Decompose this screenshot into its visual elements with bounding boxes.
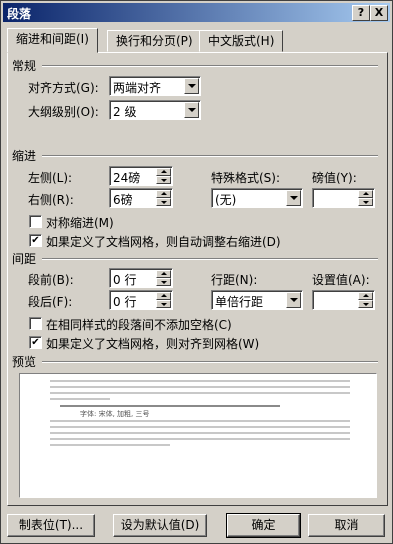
space-after-spinner[interactable]: 0 行 bbox=[109, 290, 173, 310]
spin-down-icon[interactable] bbox=[156, 198, 171, 206]
alignment-select[interactable]: 两端对齐 bbox=[109, 76, 201, 96]
line-spacing-label: 行距(N): bbox=[211, 273, 258, 287]
space-after-value: 0 行 bbox=[113, 295, 137, 309]
space-before-value: 0 行 bbox=[113, 273, 137, 287]
preview-heading: 预览 bbox=[12, 355, 37, 369]
auto-right-indent-checkbox[interactable]: ✔ bbox=[29, 234, 42, 247]
general-divider bbox=[42, 65, 378, 67]
outline-level-select[interactable]: 2 级 bbox=[109, 100, 201, 120]
spin-up-icon[interactable] bbox=[358, 190, 373, 198]
special-indent-label: 特殊格式(S): bbox=[211, 171, 281, 185]
line-spacing-value: 单倍行距 bbox=[215, 295, 264, 309]
no-space-same-style-checkbox[interactable] bbox=[29, 317, 42, 330]
spin-down-icon[interactable] bbox=[156, 300, 171, 308]
line-spacing-select[interactable]: 单倍行距 bbox=[211, 290, 303, 310]
indent-by-label: 磅值(Y): bbox=[312, 171, 357, 185]
title-bar[interactable]: 段落 ? X bbox=[3, 3, 390, 22]
tab-stops-button[interactable]: 制表位(T)... bbox=[7, 514, 95, 537]
special-indent-value: (无) bbox=[215, 193, 237, 207]
close-button[interactable]: X bbox=[370, 5, 388, 21]
dialog-title: 段落 bbox=[7, 7, 32, 21]
left-indent-spinner[interactable]: 24磅 bbox=[109, 166, 173, 186]
tab-line-page-breaks[interactable]: 换行和分页(P) bbox=[107, 30, 202, 52]
spin-up-icon[interactable] bbox=[156, 292, 171, 300]
tab-indent-spacing[interactable]: 缩进和间距(I) bbox=[7, 28, 98, 53]
preview-sample-text: 字体: 宋体, 加粗, 三号 bbox=[80, 410, 150, 418]
space-after-label: 段后(F): bbox=[28, 295, 73, 309]
spacing-at-spinner[interactable] bbox=[312, 290, 375, 310]
spin-down-icon[interactable] bbox=[156, 176, 171, 184]
no-space-same-style-label[interactable]: 在相同样式的段落间不添加空格(C) bbox=[46, 316, 232, 333]
spin-up-icon[interactable] bbox=[358, 292, 373, 300]
chevron-down-icon[interactable] bbox=[286, 292, 301, 308]
chevron-down-icon[interactable] bbox=[184, 102, 199, 118]
special-indent-select[interactable]: (无) bbox=[211, 188, 303, 208]
preview-box: 字体: 宋体, 加粗, 三号 bbox=[19, 373, 377, 498]
ok-button[interactable]: 确定 bbox=[226, 513, 301, 538]
alignment-label: 对齐方式(G): bbox=[28, 81, 99, 95]
tab-asian-typography[interactable]: 中文版式(H) bbox=[199, 30, 284, 52]
right-indent-spinner[interactable]: 6磅 bbox=[109, 188, 173, 208]
set-default-button[interactable]: 设为默认值(D) bbox=[113, 514, 207, 537]
left-indent-value: 24磅 bbox=[113, 171, 141, 185]
preview-divider bbox=[42, 361, 378, 363]
left-indent-label: 左侧(L): bbox=[28, 171, 73, 185]
cancel-button[interactable]: 取消 bbox=[308, 514, 385, 537]
space-before-spinner[interactable]: 0 行 bbox=[109, 268, 173, 288]
right-indent-label: 右侧(R): bbox=[28, 193, 74, 207]
outline-level-label: 大纲级别(O): bbox=[28, 105, 99, 119]
mirror-indent-checkbox[interactable] bbox=[29, 215, 42, 228]
indent-by-spinner[interactable] bbox=[312, 188, 375, 208]
spacing-divider bbox=[42, 258, 378, 260]
outline-level-value: 2 级 bbox=[113, 105, 137, 119]
indent-heading: 缩进 bbox=[12, 149, 37, 163]
tab-panel: 常规 对齐方式(G): 两端对齐 大纲级别(O): 2 级 缩进 左侧(L): … bbox=[7, 52, 388, 506]
general-heading: 常规 bbox=[12, 59, 37, 73]
chevron-down-icon[interactable] bbox=[286, 190, 301, 206]
spin-up-icon[interactable] bbox=[156, 168, 171, 176]
spin-down-icon[interactable] bbox=[156, 278, 171, 286]
spin-down-icon[interactable] bbox=[358, 300, 373, 308]
auto-right-indent-label[interactable]: 如果定义了文档网格，则自动调整右缩进(D) bbox=[46, 233, 281, 250]
spacing-heading: 间距 bbox=[12, 252, 37, 266]
snap-to-grid-checkbox[interactable]: ✔ bbox=[29, 336, 42, 349]
indent-divider bbox=[42, 155, 378, 157]
spacing-at-label: 设置值(A): bbox=[312, 273, 370, 287]
spin-up-icon[interactable] bbox=[156, 270, 171, 278]
space-before-label: 段前(B): bbox=[28, 273, 74, 287]
right-indent-value: 6磅 bbox=[113, 193, 133, 207]
spin-up-icon[interactable] bbox=[156, 190, 171, 198]
paragraph-dialog: 段落 ? X 缩进和间距(I) 换行和分页(P) 中文版式(H) 常规 对齐方式… bbox=[0, 0, 393, 544]
chevron-down-icon[interactable] bbox=[184, 78, 199, 94]
help-button[interactable]: ? bbox=[352, 5, 370, 21]
snap-to-grid-label[interactable]: 如果定义了文档网格，则对齐到网格(W) bbox=[46, 335, 259, 352]
mirror-indent-label[interactable]: 对称缩进(M) bbox=[46, 214, 114, 231]
spin-down-icon[interactable] bbox=[358, 198, 373, 206]
alignment-value: 两端对齐 bbox=[113, 81, 162, 95]
